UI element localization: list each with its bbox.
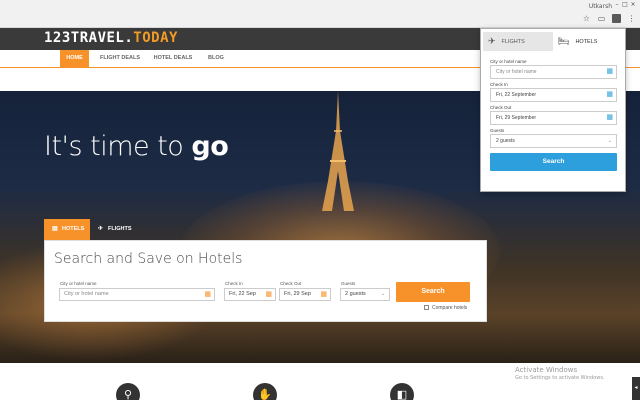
popup-checkin-value: Fri, 22 September xyxy=(496,92,537,98)
popup-checkin-input[interactable]: Fri, 22 September ▦ xyxy=(490,88,617,102)
chevron-down-icon: ⌄ xyxy=(380,291,385,297)
search-icon: ⚲ xyxy=(116,383,140,400)
hero-title: It's time to go xyxy=(44,131,229,162)
city-label: City or hotel name xyxy=(60,281,97,286)
guests-value: 2 guests xyxy=(345,291,366,297)
calendar-icon: ▦ xyxy=(606,114,613,121)
city-input[interactable]: City or hotel name ▦ xyxy=(59,288,215,301)
calendar-icon: ▦ xyxy=(606,91,613,98)
cast-icon[interactable]: ▭ xyxy=(597,14,606,23)
plane-icon: ✈ xyxy=(488,36,496,46)
minimize-icon[interactable]: – xyxy=(614,2,620,8)
extension-popup: ✈ FLIGHTS 🛏 HOTELS City or hotel name City… xyxy=(480,28,626,192)
tab-hotels[interactable]: ▤ HOTELS xyxy=(44,219,90,240)
side-tab[interactable]: ◂ xyxy=(632,377,640,400)
popup-guests-value: 2 guests xyxy=(496,138,515,144)
thumbs-up-icon: ✋ xyxy=(253,383,277,400)
tab-flights[interactable]: ✈ FLIGHTS xyxy=(90,219,136,240)
nav-item-hotel-deals[interactable]: HOTEL DEALS xyxy=(150,50,196,67)
hotel-search-panel: Search and Save on Hotels City or hotel … xyxy=(44,240,487,322)
maximize-icon[interactable]: □ xyxy=(622,2,628,8)
popup-tab-flights-label: FLIGHTS xyxy=(501,38,525,45)
logo-text-accent: TODAY xyxy=(133,30,178,46)
popup-guests-label: Guests xyxy=(490,128,505,133)
bed-icon: 🛏 xyxy=(558,36,570,46)
nav-item-home[interactable]: HOME xyxy=(60,50,89,67)
nav-item-flight-deals[interactable]: FLIGHT DEALS xyxy=(95,50,145,67)
tab-hotels-label: HOTELS xyxy=(62,226,85,232)
popup-checkout-input[interactable]: Fri, 29 September ▦ xyxy=(490,111,617,125)
guests-select[interactable]: 2 guests ⌄ xyxy=(340,288,390,301)
popup-guests-select[interactable]: 2 guests ⌄ xyxy=(490,134,617,148)
chevron-down-icon: ⌄ xyxy=(607,138,612,144)
activate-title: Activate Windows xyxy=(515,366,578,374)
checkout-input[interactable]: Fri, 29 Sep ▦ xyxy=(279,288,331,301)
search-title: Search and Save on Hotels xyxy=(54,251,243,267)
search-button[interactable]: Search xyxy=(396,282,470,302)
hotel-icon: ▤ xyxy=(52,226,58,232)
close-icon[interactable]: × xyxy=(630,2,636,8)
popup-tab-hotels[interactable]: 🛏 HOTELS xyxy=(553,32,625,51)
guests-label: Guests xyxy=(341,281,356,286)
checkin-label: Check In xyxy=(225,281,243,286)
popup-checkin-label: Check In xyxy=(490,82,508,87)
popup-city-placeholder: City or hotel name xyxy=(496,69,537,75)
site-logo[interactable]: 123TRAVEL.TODAY xyxy=(44,30,178,46)
extension-icon[interactable] xyxy=(612,14,621,23)
popup-city-label: City or hotel name xyxy=(490,59,527,64)
window-controls: – □ × xyxy=(614,2,636,8)
calendar-icon: ▦ xyxy=(265,291,272,298)
browser-toolbar: Utkarsh – □ × ☆ ▭ ⋮ xyxy=(0,0,640,28)
logo-text-main: 123TRAVEL. xyxy=(44,30,134,46)
compare-checkbox[interactable] xyxy=(424,305,429,311)
hero-title-light: It's time to xyxy=(44,131,192,162)
tab-flights-label: FLIGHTS xyxy=(108,226,132,232)
checkout-label: Check Out xyxy=(280,281,302,286)
menu-icon[interactable]: ⋮ xyxy=(627,14,636,23)
eiffel-tower xyxy=(322,91,354,211)
plane-icon: ✈ xyxy=(98,226,104,232)
compare-hotels[interactable]: Compare hotels xyxy=(424,305,467,311)
nav-item-blog[interactable]: BLOG xyxy=(203,50,229,67)
map-icon: ▦ xyxy=(606,68,613,75)
checkin-value: Fri, 22 Sep xyxy=(229,291,256,297)
activate-windows-watermark: Activate Windows Go to Settings to activ… xyxy=(515,366,605,381)
map-icon: ▦ xyxy=(204,291,211,298)
popup-search-button[interactable]: Search xyxy=(490,153,617,171)
browser-action-icons: ☆ ▭ ⋮ xyxy=(582,14,636,23)
checkout-value: Fri, 29 Sep xyxy=(284,291,311,297)
tag-icon: ◧ xyxy=(390,383,414,400)
city-placeholder: City or hotel name xyxy=(64,291,109,297)
activate-subtitle: Go to Settings to activate Windows. xyxy=(515,375,605,381)
popup-checkout-label: Check Out xyxy=(490,105,512,110)
calendar-icon: ▦ xyxy=(320,291,327,298)
popup-tab-hotels-label: HOTELS xyxy=(575,38,598,45)
popup-city-input[interactable]: City or hotel name ▦ xyxy=(490,65,617,79)
browser-user-label[interactable]: Utkarsh xyxy=(589,3,612,10)
compare-label: Compare hotels xyxy=(432,305,468,311)
bookmark-star-icon[interactable]: ☆ xyxy=(582,14,591,23)
checkin-input[interactable]: Fri, 22 Sep ▦ xyxy=(224,288,276,301)
hero-title-bold: go xyxy=(191,131,229,162)
popup-tab-flights[interactable]: ✈ FLIGHTS xyxy=(483,32,553,51)
popup-checkout-value: Fri, 29 September xyxy=(496,115,537,121)
